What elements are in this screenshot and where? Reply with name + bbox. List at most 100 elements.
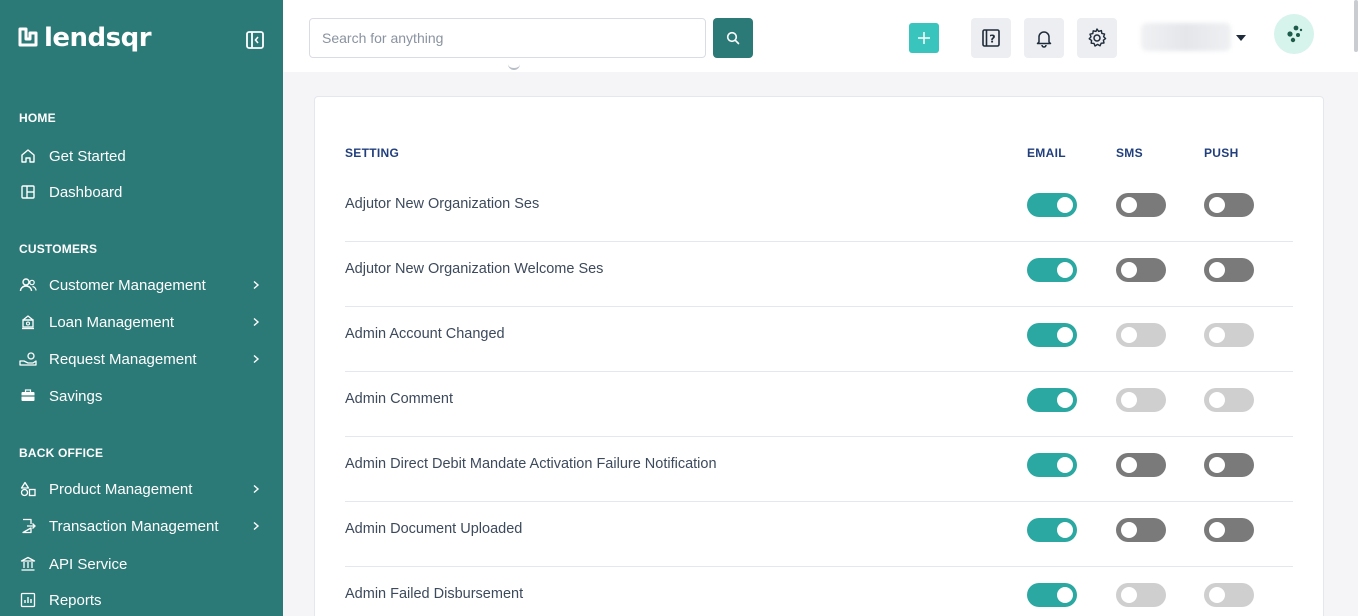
home-icon [19, 147, 37, 165]
setting-name: Admin Failed Disbursement [345, 586, 524, 602]
push-toggle [1204, 583, 1254, 607]
page-scrollbar[interactable] [1354, 0, 1358, 52]
avatar-pattern-icon [1287, 25, 1303, 43]
sidebar: lendsqr HOME Get Started Dashboard CUSTOMER… [0, 0, 283, 616]
table-row: Admin Document Uploaded [345, 502, 1293, 567]
setting-name: Admin Document Uploaded [345, 521, 523, 537]
setting-name: Admin Comment [345, 391, 453, 407]
email-toggle[interactable] [1027, 518, 1077, 542]
search-button[interactable] [713, 18, 753, 58]
sidebar-section-title: CUSTOMERS [19, 242, 98, 256]
top-bar: ? [283, 0, 1358, 72]
toggle-knob [1209, 262, 1225, 278]
setting-name: Admin Account Changed [345, 326, 505, 342]
toggle-knob [1057, 522, 1073, 538]
sidebar-item-request-management[interactable]: Request Management [19, 347, 269, 371]
setting-name: Admin Direct Debit Mandate Activation Fa… [345, 456, 717, 472]
sidebar-item-label: Customer Management [49, 276, 206, 294]
sidebar-item-dashboard[interactable]: Dashboard [19, 180, 269, 204]
sidebar-item-reports[interactable]: Reports [19, 588, 269, 612]
api-icon [19, 555, 37, 573]
setting-name: Adjutor New Organization Welcome Ses [345, 261, 604, 277]
help-book-icon: ? [982, 29, 1000, 47]
brand-name: lendsqr [44, 23, 152, 53]
sidebar-item-label: Get Started [49, 147, 126, 165]
table-row: Adjutor New Organization Welcome Ses [345, 242, 1293, 307]
sidebar-section-title: HOME [19, 111, 56, 125]
table-row: Admin Failed Disbursement [345, 567, 1293, 616]
toggle-knob [1057, 197, 1073, 213]
sidebar-item-label: Reports [49, 591, 102, 609]
push-toggle[interactable] [1204, 193, 1254, 217]
sidebar-collapse-icon[interactable] [246, 31, 264, 49]
toggle-knob [1209, 522, 1225, 538]
add-button[interactable] [909, 23, 939, 53]
request-icon [19, 350, 37, 368]
push-toggle[interactable] [1204, 453, 1254, 477]
sidebar-item-label: Loan Management [49, 313, 175, 331]
chevron-right-icon [253, 317, 260, 327]
sms-toggle[interactable] [1116, 518, 1166, 542]
email-toggle[interactable] [1027, 258, 1077, 282]
push-toggle[interactable] [1204, 518, 1254, 542]
sidebar-item-label: Request Management [49, 350, 197, 368]
sms-toggle[interactable] [1116, 453, 1166, 477]
sidebar-item-transaction-management[interactable]: Transaction Management [19, 514, 269, 538]
email-toggle[interactable] [1027, 583, 1077, 607]
sms-toggle[interactable] [1116, 258, 1166, 282]
toggle-knob [1209, 457, 1225, 473]
settings-button[interactable] [1077, 18, 1117, 58]
toggle-knob [1121, 262, 1137, 278]
column-header-push: PUSH [1204, 146, 1239, 160]
sidebar-item-label: Transaction Management [49, 517, 219, 535]
avatar[interactable] [1274, 14, 1314, 54]
chevron-right-icon [253, 354, 260, 364]
column-header-sms: SMS [1116, 146, 1143, 160]
push-toggle [1204, 388, 1254, 412]
sidebar-item-get-started[interactable]: Get Started [19, 144, 269, 168]
sidebar-item-savings[interactable]: Savings [19, 384, 269, 408]
sidebar-item-loan-management[interactable]: Loan Management [19, 310, 269, 334]
email-toggle[interactable] [1027, 193, 1077, 217]
table-row: Admin Account Changed [345, 307, 1293, 372]
sidebar-item-product-management[interactable]: Product Management [19, 477, 269, 501]
notification-settings-card: SETTING EMAIL SMS PUSH Adjutor New Organ… [314, 96, 1324, 616]
users-icon [19, 276, 37, 294]
chevron-right-icon [253, 484, 260, 494]
chevron-right-icon [253, 280, 260, 290]
toggle-knob [1057, 587, 1073, 603]
savings-icon [19, 387, 37, 405]
sidebar-item-label: Savings [49, 387, 103, 405]
column-header-setting: SETTING [345, 146, 400, 160]
sidebar-item-label: API Service [49, 555, 128, 573]
toggle-knob [1057, 457, 1073, 473]
sidebar-item-customer-management[interactable]: Customer Management [19, 273, 269, 297]
sms-toggle[interactable] [1116, 193, 1166, 217]
search-input[interactable] [309, 18, 706, 58]
transaction-icon [19, 517, 37, 535]
toggle-knob [1057, 327, 1073, 343]
brand-logo[interactable]: lendsqr [18, 23, 152, 53]
notifications-button[interactable] [1024, 18, 1064, 58]
toggle-knob [1057, 262, 1073, 278]
plus-icon [918, 32, 930, 44]
user-name[interactable] [1141, 23, 1231, 51]
toggle-knob [1209, 197, 1225, 213]
logo-mark-icon [18, 27, 38, 47]
user-menu-caret-icon[interactable] [1236, 35, 1246, 41]
email-toggle[interactable] [1027, 388, 1077, 412]
help-docs-button[interactable]: ? [971, 18, 1011, 58]
dashboard-icon [19, 183, 37, 201]
sidebar-item-api-service[interactable]: API Service [19, 552, 269, 576]
push-toggle[interactable] [1204, 258, 1254, 282]
loan-icon [19, 313, 37, 331]
toggle-knob [1209, 327, 1225, 343]
email-toggle[interactable] [1027, 323, 1077, 347]
toggle-knob [1121, 327, 1137, 343]
email-toggle[interactable] [1027, 453, 1077, 477]
toggle-knob [1121, 587, 1137, 603]
toggle-knob [1057, 392, 1073, 408]
sms-toggle [1116, 323, 1166, 347]
toggle-knob [1209, 392, 1225, 408]
bell-icon [1036, 31, 1052, 48]
